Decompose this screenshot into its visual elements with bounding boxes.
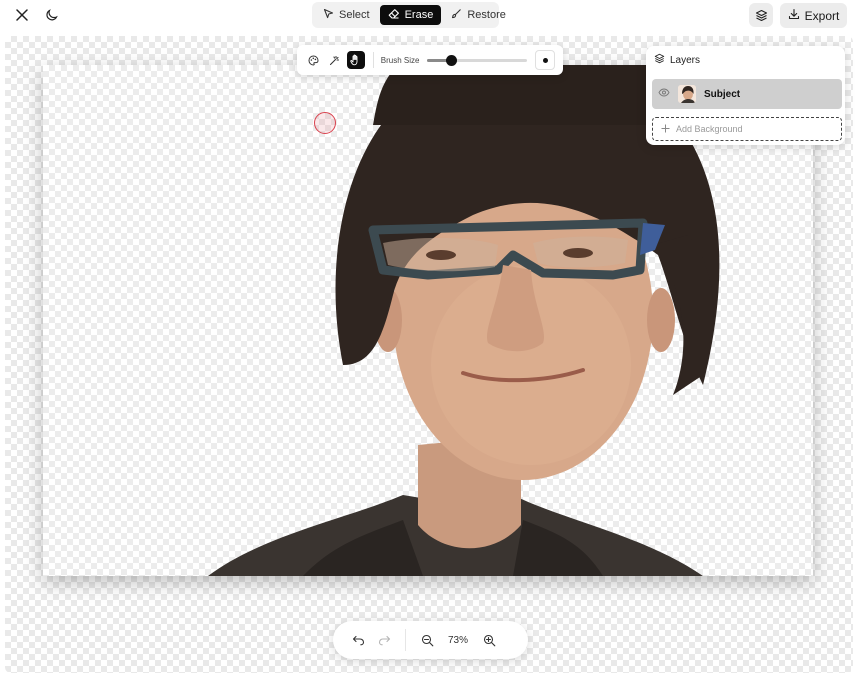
add-background-label: Add Background [676, 124, 743, 134]
export-label: Export [804, 8, 840, 23]
brush-size-slider[interactable] [427, 54, 528, 66]
eye-icon[interactable] [658, 88, 670, 100]
brush-preview [535, 50, 555, 70]
erase-mode-button[interactable]: Erase [379, 5, 442, 25]
palette-icon[interactable] [305, 51, 323, 69]
zoom-in-button[interactable] [476, 627, 502, 653]
zoom-in-icon [483, 634, 495, 646]
zoom-out-icon [421, 634, 433, 646]
layers-header: Layers [654, 53, 700, 67]
zoom-out-button[interactable] [414, 627, 440, 653]
erase-mode-label: Erase [404, 9, 434, 21]
close-icon[interactable] [13, 6, 31, 24]
add-background-button[interactable]: Add Background [652, 117, 842, 141]
undo-button[interactable] [345, 627, 371, 653]
layers-toggle-button[interactable] [749, 3, 773, 27]
plus-icon [661, 124, 670, 135]
layer-name: Subject [704, 88, 741, 100]
toolbar-divider [372, 52, 374, 68]
redo-icon [378, 635, 390, 645]
hand-icon[interactable] [346, 51, 365, 69]
brush-icon [451, 8, 462, 22]
magic-wand-icon[interactable] [326, 51, 344, 69]
restore-mode-button[interactable]: Restore [443, 5, 514, 25]
restore-mode-label: Restore [467, 9, 506, 21]
layers-title: Layers [670, 54, 701, 66]
eraser-icon [388, 8, 400, 22]
layer-thumbnail [678, 85, 696, 103]
top-bar: Select Erase Restore Export [0, 0, 858, 32]
layers-panel: Layers Subject Add Background [646, 46, 845, 145]
brush-size-label: Brush Size [380, 55, 420, 65]
slider-thumb[interactable] [446, 54, 458, 66]
history-zoom-bar: 73% [333, 621, 528, 659]
layer-item-subject[interactable]: Subject [652, 79, 842, 109]
dark-mode-icon[interactable] [42, 6, 60, 24]
select-mode-label: Select [339, 9, 370, 21]
select-mode-button[interactable]: Select [315, 5, 378, 25]
layers-icon [654, 53, 665, 67]
brush-dot [542, 57, 548, 63]
export-button[interactable]: Export [780, 3, 847, 28]
mode-switcher: Select Erase Restore [312, 2, 506, 28]
brush-toolbar: Brush Size [297, 45, 563, 75]
cursor-arrow-icon [323, 8, 334, 22]
download-icon [788, 8, 800, 23]
brush-cursor [314, 112, 336, 134]
undo-icon [352, 635, 364, 645]
layers-icon [755, 9, 767, 21]
redo-button[interactable] [371, 627, 397, 653]
zoom-level: 73% [447, 634, 468, 646]
bottom-divider [405, 629, 406, 651]
